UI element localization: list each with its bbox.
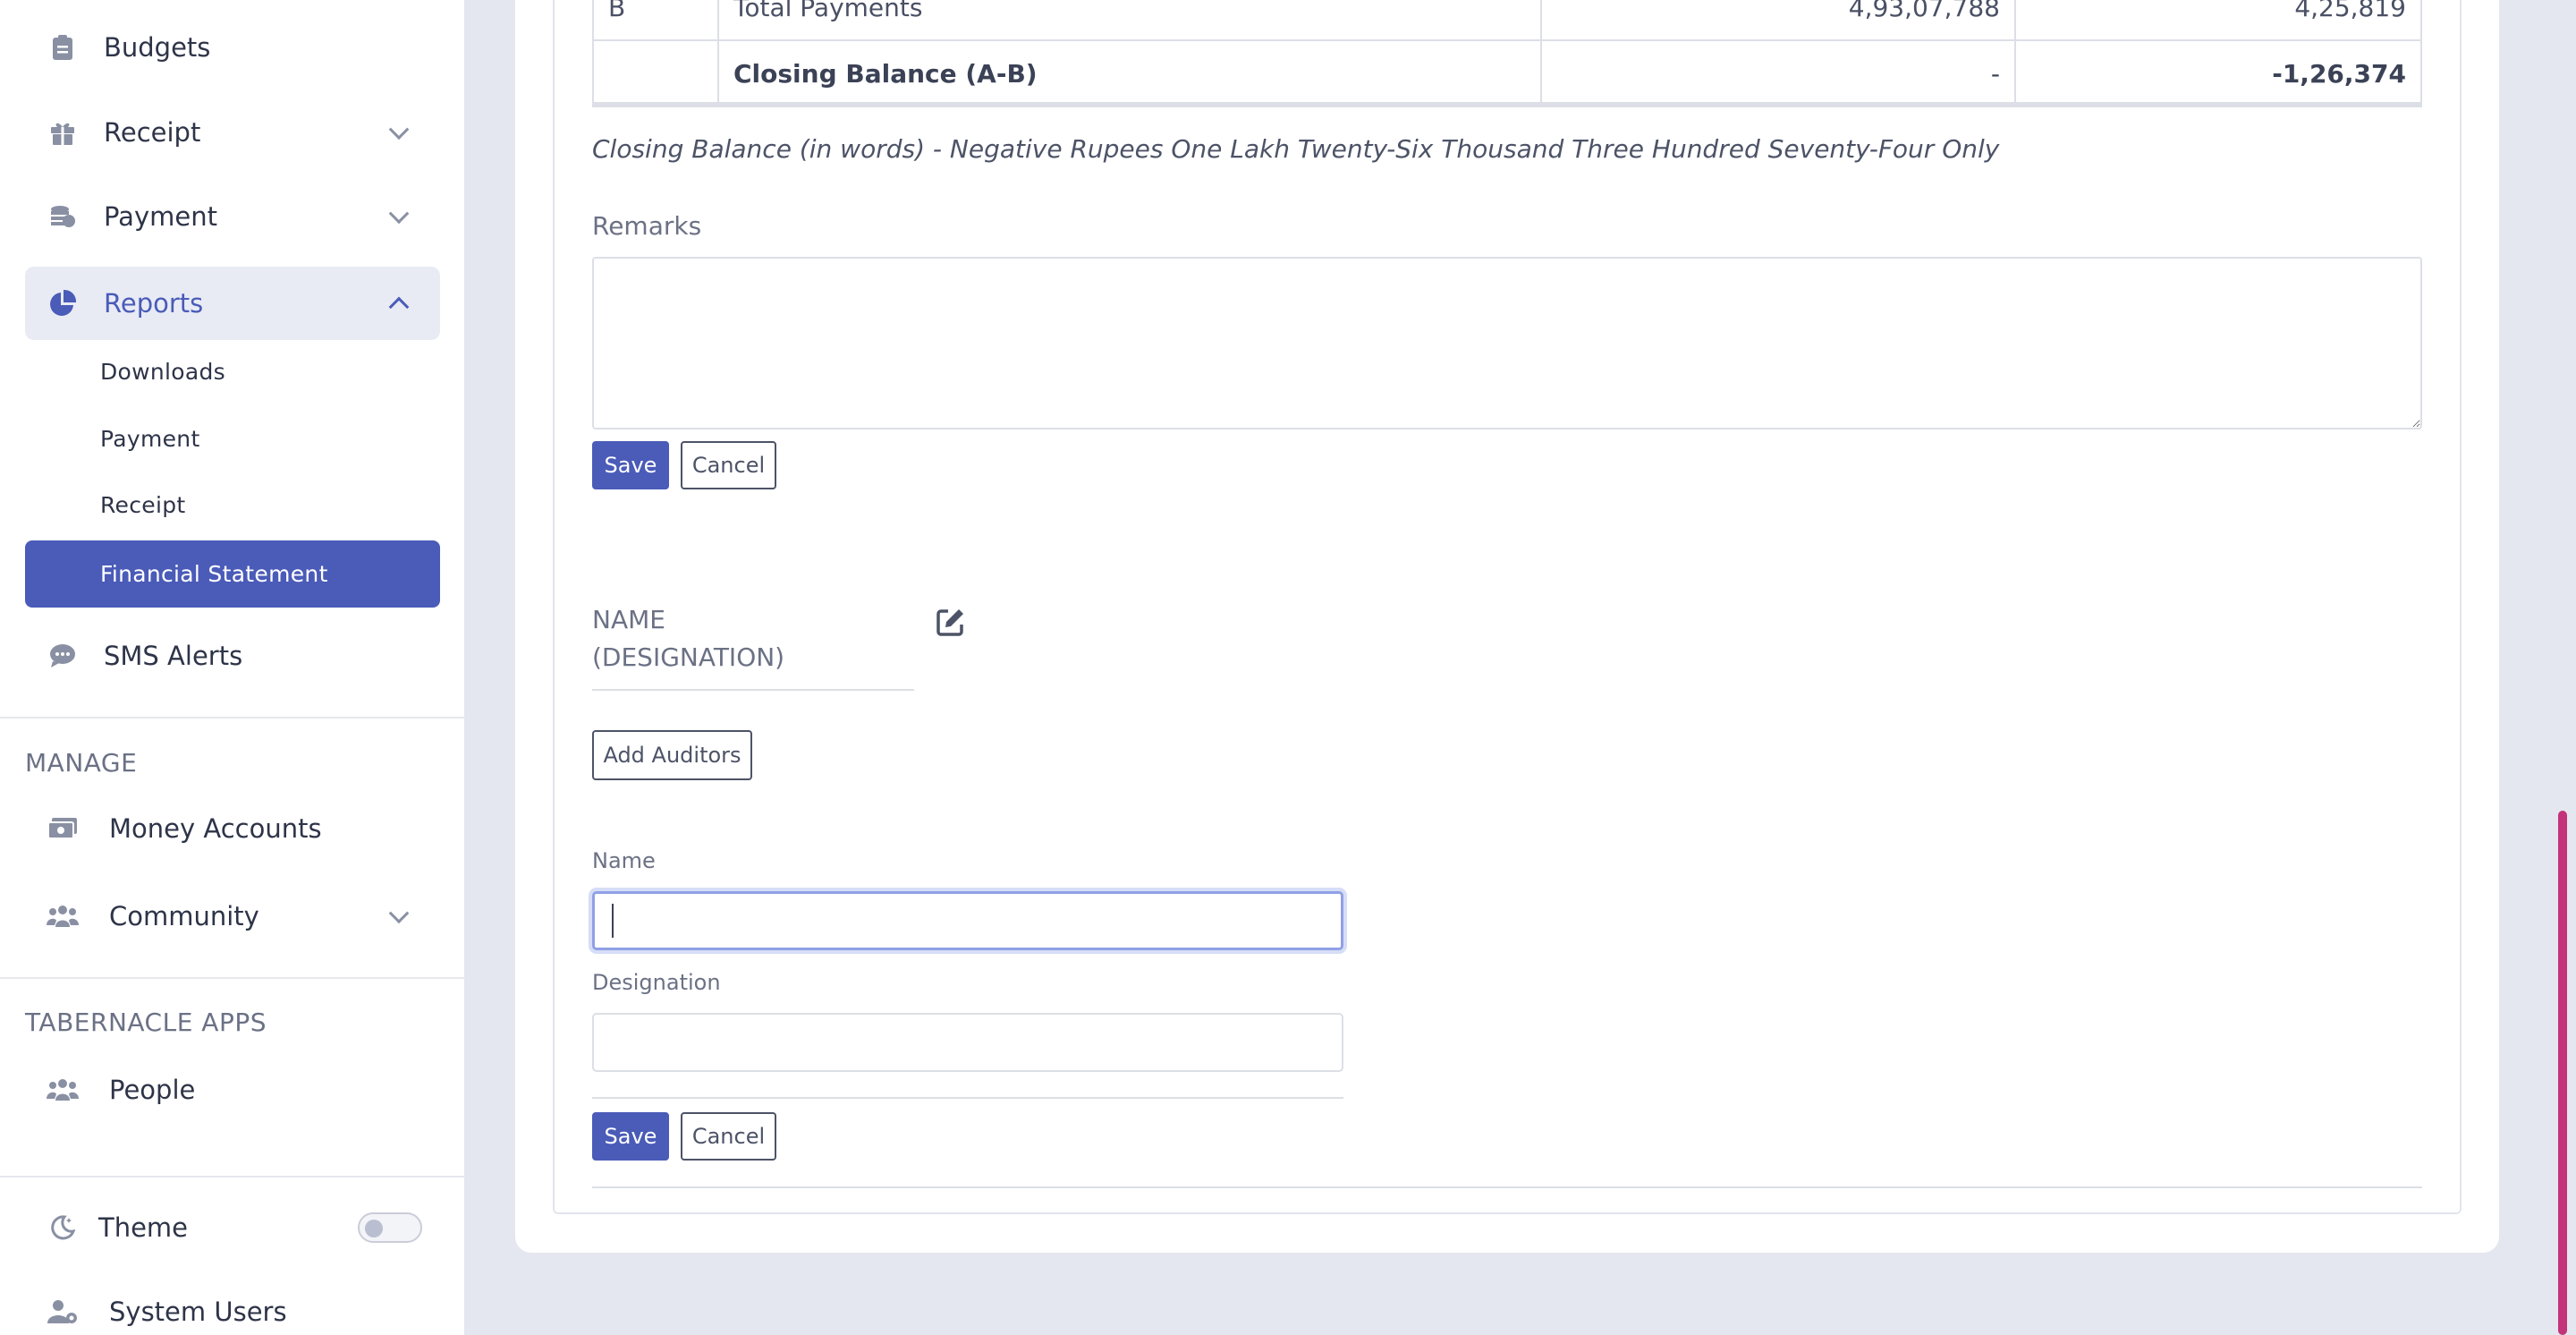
table-cell-code: B [592, 0, 719, 41]
table-bottom-border [592, 102, 2422, 106]
clipboard-icon [47, 31, 79, 64]
designation-label: Designation [592, 970, 721, 995]
sidebar-item-budgets[interactable]: Budgets [25, 23, 440, 72]
remarks-textarea[interactable] [592, 257, 2422, 429]
table-cell-label: Total Payments [717, 0, 1542, 41]
sidebar-divider [0, 717, 465, 719]
chevron-down-icon [388, 903, 410, 924]
coins-icon [47, 200, 79, 233]
sidebar-item-label: Reports [104, 288, 204, 319]
auditor-designation: (DESIGNATION) [592, 642, 785, 672]
sidebar-item-label: Budgets [104, 32, 211, 63]
sidebar-subitem-downloads[interactable]: Downloads [25, 338, 440, 404]
sidebar-item-reports[interactable]: Reports [25, 267, 440, 340]
sidebar-item-label: Payment [104, 201, 217, 232]
sidebar-item-payment[interactable]: Payment [25, 191, 440, 242]
edit-icon[interactable] [936, 607, 966, 637]
remarks-save-button[interactable]: Save [592, 441, 669, 489]
closing-balance-words: Closing Balance (in words) - Negative Ru… [592, 134, 2000, 164]
form-divider [592, 1097, 1343, 1099]
sidebar-subitem-financial-statement[interactable]: Financial Statement [25, 540, 440, 608]
table-row: B Total Payments 4,93,07,788 4,25,819 [592, 0, 2422, 41]
auditor-name: NAME [592, 605, 665, 634]
sidebar-subitem-receipt[interactable]: Receipt [25, 472, 440, 538]
money-icon [47, 812, 79, 845]
name-input[interactable] [592, 891, 1343, 950]
sidebar-item-label: Theme [98, 1212, 189, 1243]
chevron-up-icon [388, 296, 410, 318]
users-icon [47, 900, 79, 932]
auditor-save-button[interactable]: Save [592, 1112, 669, 1161]
section-title-manage: MANAGE [25, 748, 138, 778]
name-label: Name [592, 848, 656, 873]
users-gear-icon [47, 1296, 79, 1328]
table-cell-amount: -1,26,374 [2014, 39, 2422, 107]
sidebar-item-sms-alerts[interactable]: SMS Alerts [25, 631, 440, 681]
table-cell-label: Closing Balance (A-B) [717, 39, 1542, 107]
scrollbar-thumb[interactable] [2558, 811, 2567, 1335]
remarks-label: Remarks [592, 211, 702, 241]
table-cell-code [592, 39, 719, 107]
sidebar-item-label: Receipt [104, 117, 201, 148]
sidebar-item-system-users[interactable]: System Users [25, 1287, 440, 1335]
pie-chart-icon [47, 287, 79, 319]
section-divider [592, 1186, 2422, 1188]
table-cell-amount: 4,25,819 [2014, 0, 2422, 41]
auditor-cancel-button[interactable]: Cancel [681, 1112, 776, 1161]
auditor-signature: NAME (DESIGNATION) [592, 601, 914, 691]
sidebar-item-label: Community [109, 901, 259, 931]
sidebar-subitem-payment[interactable]: Payment [25, 405, 440, 472]
text-caret [612, 904, 614, 938]
remarks-cancel-button[interactable]: Cancel [681, 441, 776, 489]
sidebar-item-money-accounts[interactable]: Money Accounts [25, 804, 440, 854]
moon-icon [47, 1212, 79, 1244]
chat-icon [47, 640, 79, 672]
sidebar-item-receipt[interactable]: Receipt [25, 107, 440, 157]
sidebar-item-label: SMS Alerts [104, 641, 243, 671]
designation-input[interactable] [592, 1013, 1343, 1072]
users-icon [47, 1074, 79, 1106]
sidebar-item-community[interactable]: Community [25, 891, 440, 941]
chevron-down-icon [388, 119, 410, 140]
theme-toggle[interactable] [358, 1212, 422, 1243]
sidebar-item-label: System Users [109, 1297, 287, 1327]
table-cell-amount: - [1540, 39, 2016, 107]
sidebar-item-label: Money Accounts [109, 813, 322, 844]
sidebar-item-people[interactable]: People [25, 1065, 440, 1115]
financial-statement-table: B Total Payments 4,93,07,788 4,25,819 Cl… [592, 0, 2422, 107]
sidebar-divider [0, 1176, 465, 1178]
table-row: Closing Balance (A-B) - -1,26,374 [592, 39, 2422, 107]
sidebar-divider [0, 977, 465, 979]
section-title-tabernacle-apps: TABERNACLE APPS [25, 1008, 267, 1037]
add-auditors-button[interactable]: Add Auditors [592, 730, 752, 780]
gift-icon [47, 116, 79, 149]
sidebar-item-label: People [109, 1075, 196, 1105]
table-cell-amount: 4,93,07,788 [1540, 0, 2016, 41]
sidebar: Budgets Receipt Payment Reports Download… [0, 0, 465, 1335]
chevron-down-icon [388, 203, 410, 225]
